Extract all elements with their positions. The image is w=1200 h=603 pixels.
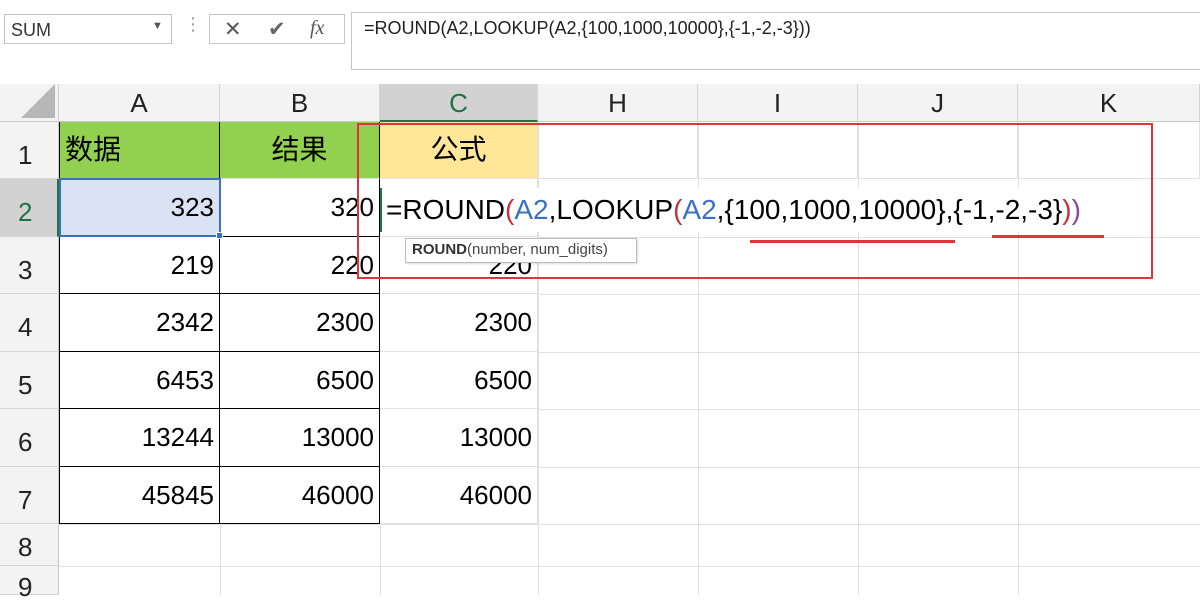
active-cell-border bbox=[59, 178, 221, 237]
formula-input[interactable]: =ROUND(A2,LOOKUP(A2,{100,1000,10000},{-1… bbox=[351, 12, 1200, 70]
cell-b4[interactable]: 2300 bbox=[220, 294, 380, 352]
cell-a6[interactable]: 13244 bbox=[59, 409, 220, 467]
gridline bbox=[59, 524, 1200, 525]
chevron-down-icon[interactable]: ▼ bbox=[152, 20, 163, 32]
row-header-9[interactable]: 9 bbox=[0, 566, 59, 602]
name-box-value: SUM bbox=[11, 20, 51, 40]
cancel-icon[interactable]: ✕ bbox=[224, 17, 242, 42]
cell-c6[interactable]: 13000 bbox=[380, 409, 538, 467]
gridline bbox=[59, 566, 1200, 567]
row-header-7[interactable]: 7 bbox=[0, 467, 59, 524]
row-header-8[interactable]: 8 bbox=[0, 524, 59, 566]
cell-a1[interactable]: 数据 bbox=[59, 122, 220, 179]
enter-check-icon[interactable]: ✔ bbox=[268, 17, 286, 42]
column-header-a[interactable]: A bbox=[59, 84, 220, 122]
cell-b2[interactable]: 320 bbox=[220, 179, 380, 237]
cell-c4[interactable]: 2300 bbox=[380, 294, 538, 352]
column-header-c[interactable]: C bbox=[380, 84, 538, 122]
row-header-1[interactable]: 1 bbox=[0, 122, 59, 179]
cell-b3[interactable]: 220 bbox=[220, 237, 380, 294]
formula-bar-area: SUM ▼ ⋮ ✕ ✔ fx =ROUND(A2,LOOKUP(A2,{100,… bbox=[0, 0, 1200, 84]
gridline bbox=[538, 409, 1200, 410]
name-box[interactable]: SUM bbox=[4, 14, 172, 44]
gridline bbox=[538, 467, 1200, 468]
cell-b6[interactable]: 13000 bbox=[220, 409, 380, 467]
gridline bbox=[380, 524, 381, 595]
column-header-h[interactable]: H bbox=[538, 84, 698, 122]
row-header-4[interactable]: 4 bbox=[0, 294, 59, 352]
annotation-underline bbox=[992, 235, 1104, 238]
column-header-i[interactable]: I bbox=[698, 84, 858, 122]
column-header-j[interactable]: J bbox=[858, 84, 1018, 122]
cell-b7[interactable]: 46000 bbox=[220, 467, 380, 524]
cell-a7[interactable]: 45845 bbox=[59, 467, 220, 524]
function-icon[interactable]: fx bbox=[310, 17, 324, 40]
gridline bbox=[220, 524, 221, 595]
cell-a3[interactable]: 219 bbox=[59, 237, 220, 294]
gridline bbox=[538, 352, 1200, 353]
row-header-3[interactable]: 3 bbox=[0, 237, 59, 294]
select-all-triangle-icon bbox=[21, 84, 55, 118]
cell-c5[interactable]: 6500 bbox=[380, 352, 538, 409]
formula-tools: ✕ ✔ fx bbox=[209, 14, 345, 44]
select-all-button[interactable] bbox=[0, 84, 59, 122]
fill-handle[interactable] bbox=[216, 232, 223, 239]
cell-a4[interactable]: 2342 bbox=[59, 294, 220, 352]
cell-b5[interactable]: 6500 bbox=[220, 352, 380, 409]
row-header-5[interactable]: 5 bbox=[0, 352, 59, 409]
annotation-underline bbox=[750, 240, 955, 243]
row-header-6[interactable]: 6 bbox=[0, 409, 59, 467]
cell-a5[interactable]: 6453 bbox=[59, 352, 220, 409]
cell-b1[interactable]: 结果 bbox=[220, 122, 380, 179]
gridline bbox=[538, 294, 1200, 295]
cell-c7[interactable]: 46000 bbox=[380, 467, 538, 524]
column-header-k[interactable]: K bbox=[1018, 84, 1200, 122]
drag-handle-icon[interactable]: ⋮ bbox=[184, 14, 202, 35]
annotation-highlight-box bbox=[357, 123, 1153, 279]
row-header-2[interactable]: 2 bbox=[0, 179, 59, 237]
column-header-b[interactable]: B bbox=[220, 84, 380, 122]
